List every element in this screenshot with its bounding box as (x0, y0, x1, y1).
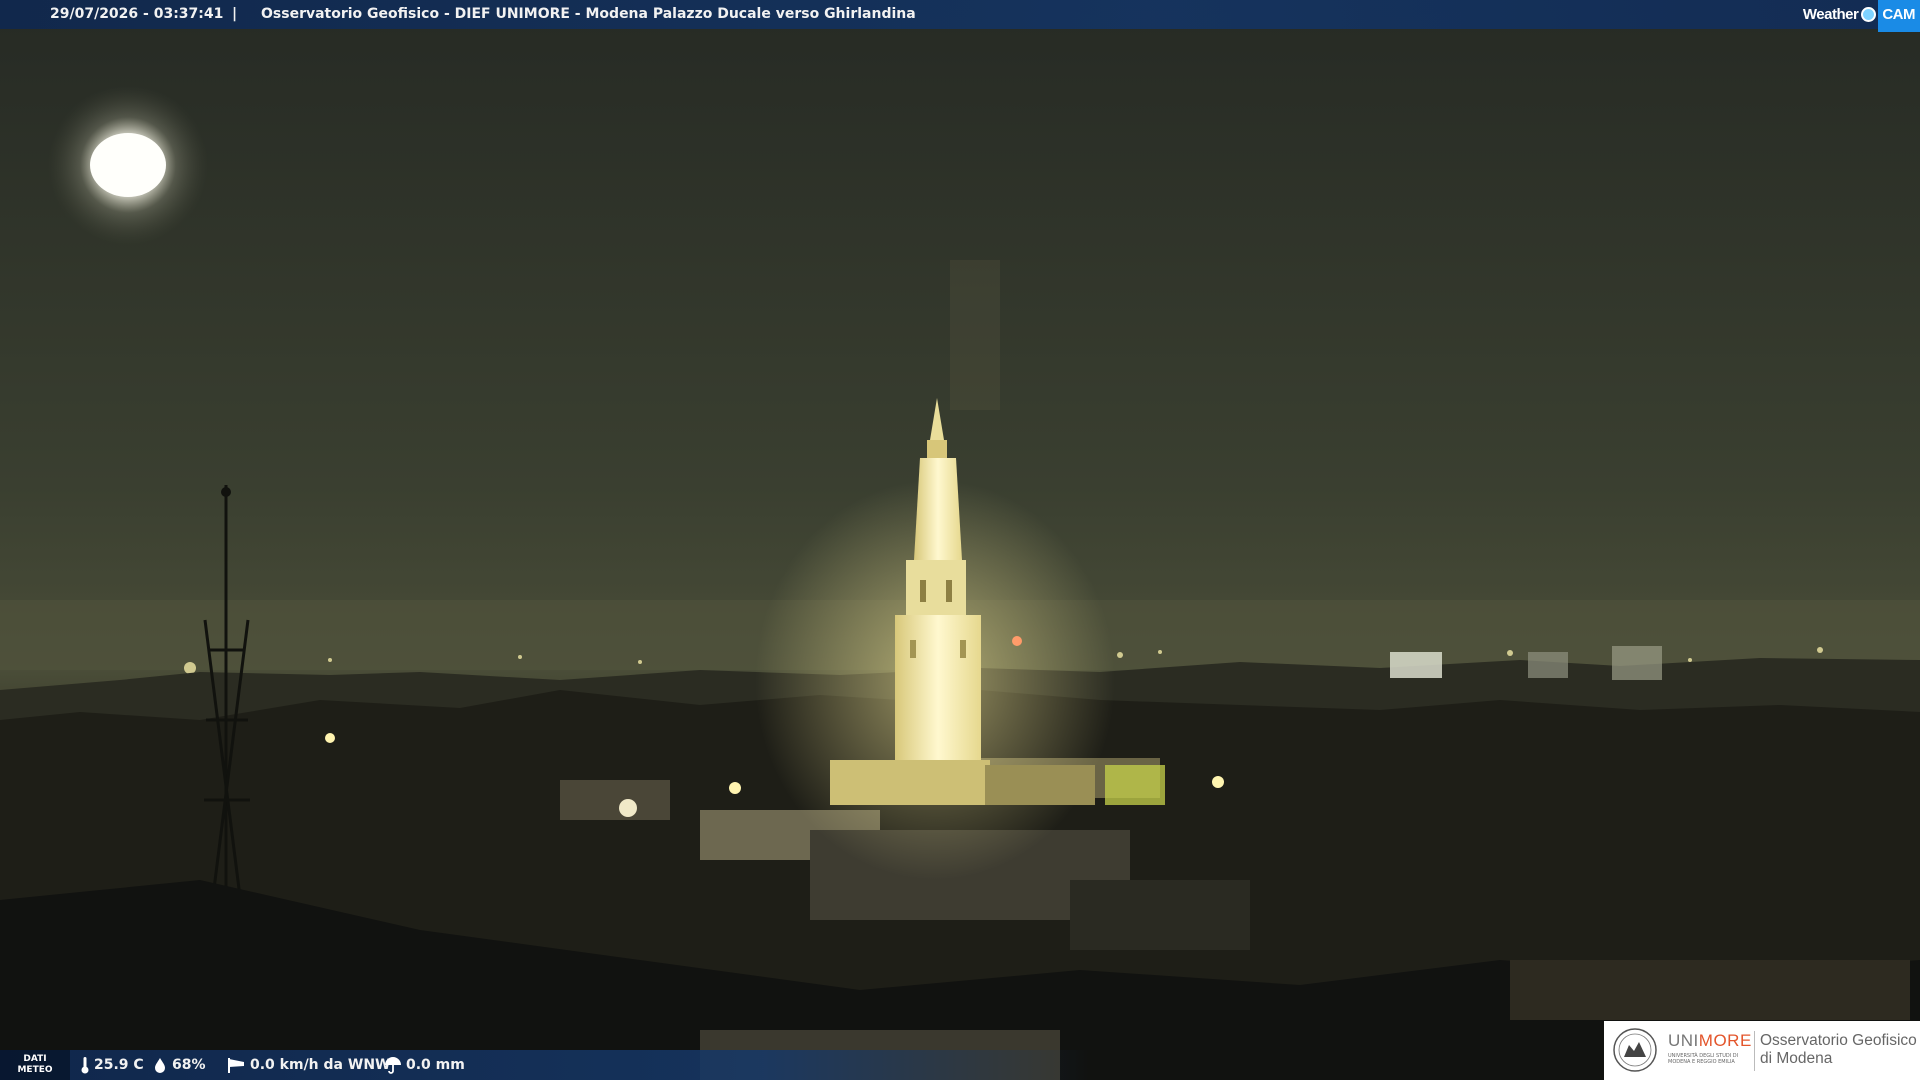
humidity-drop-icon (155, 1058, 165, 1073)
webcam-frame: 29/07/2026 - 03:37:41 | Osservatorio Geo… (0, 0, 1920, 1080)
windsock-icon (228, 1058, 244, 1073)
unimore-wordmark: UNIMORE (1668, 1031, 1752, 1051)
observatory-line2: di Modena (1760, 1050, 1833, 1067)
dati-label-line2: METEO (17, 1065, 53, 1075)
umbrella-icon (385, 1057, 401, 1074)
observatory-name: Osservatorio Geofisico di Modena (1760, 1032, 1917, 1068)
wind-reading: 0.0 km/h da WNW (226, 1050, 390, 1080)
dati-label-line1: DATI (23, 1054, 47, 1064)
rain-value: 0.0 mm (406, 1057, 465, 1073)
brand-cam-text: CAM (1878, 0, 1920, 32)
logo-divider (1754, 1031, 1755, 1071)
globe-dot-icon (1861, 7, 1877, 22)
unimore-seal-icon (1613, 1028, 1657, 1072)
brand-weather-text: Weather (1802, 6, 1859, 23)
timestamp: 29/07/2026 - 03:37:41 (50, 6, 224, 22)
night-city-scene (0, 0, 1920, 1080)
humidity-reading: 68% (152, 1050, 206, 1080)
humidity-value: 68% (172, 1057, 206, 1073)
temperature-reading: 25.9 C (80, 1050, 144, 1080)
rain-reading: 0.0 mm (384, 1050, 465, 1080)
unimore-subtitle: UNIVERSITÀ DEGLI STUDI DI MODENA E REGGI… (1668, 1053, 1739, 1065)
unimore-suffix: MORE (1698, 1031, 1752, 1050)
separator: | (232, 6, 238, 22)
top-info-bar: 29/07/2026 - 03:37:41 | Osservatorio Geo… (0, 0, 1920, 32)
dati-meteo-label: DATI METEO (0, 1050, 70, 1080)
wind-value: 0.0 km/h da WNW (250, 1057, 391, 1073)
unimore-observatory-logo[interactable]: UNIMORE UNIVERSITÀ DEGLI STUDI DI MODENA… (1604, 1021, 1920, 1080)
camera-title: Osservatorio Geofisico - DIEF UNIMORE - … (261, 6, 916, 22)
thermometer-icon (81, 1057, 89, 1074)
temperature-value: 25.9 C (94, 1057, 144, 1073)
weathercam-logo[interactable]: Weather CAM (1802, 0, 1920, 32)
unimore-prefix: UNI (1668, 1031, 1699, 1050)
observatory-line1: Osservatorio Geofisico (1760, 1032, 1917, 1049)
meteo-data-bar: DATI METEO 25.9 C 68% 0.0 km/h da WNW 0.… (0, 1050, 1090, 1080)
